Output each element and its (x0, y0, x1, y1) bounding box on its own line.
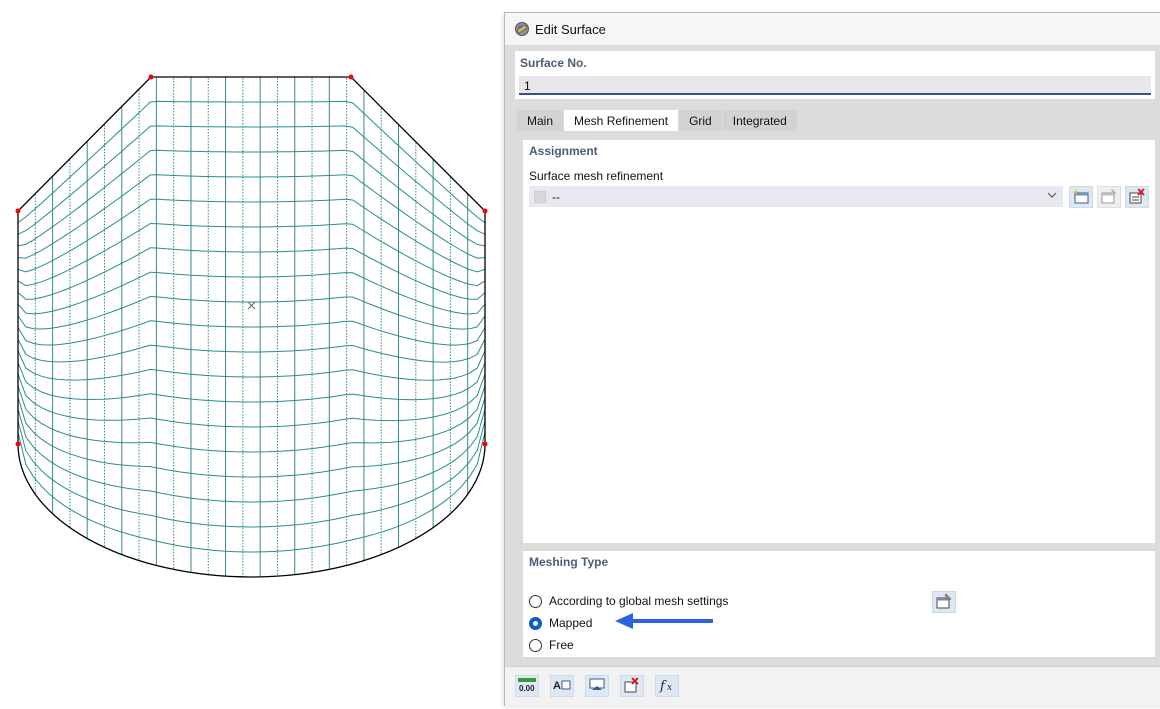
radio-button[interactable] (529, 638, 542, 652)
radio-label: Mapped (549, 616, 593, 630)
assignment-title: Assignment (529, 144, 598, 158)
svg-text:f: f (659, 679, 667, 693)
surface-number-field[interactable]: 1 (519, 76, 1151, 95)
units-icon: 0.00 (517, 677, 537, 696)
global-mesh-settings-button[interactable] (932, 591, 956, 613)
surface-icon (514, 21, 530, 37)
tab-integrated[interactable]: Integrated (722, 110, 797, 131)
mesh-line-horizontal (18, 125, 485, 235)
view-button[interactable] (585, 675, 609, 697)
mesh-line-horizontal (18, 222, 485, 287)
edit-item-icon (1100, 188, 1118, 207)
arrow-shaft (633, 619, 713, 623)
mesh-line-horizontal (18, 362, 485, 403)
mesh-line-horizontal (18, 432, 485, 553)
tab-mesh-refinement[interactable]: Mesh Refinement (564, 110, 679, 131)
node-point[interactable] (482, 441, 488, 447)
node-point[interactable] (482, 208, 488, 214)
view-icon (587, 677, 607, 696)
mesh-line-horizontal (18, 350, 485, 381)
formula-icon: f x (657, 677, 677, 696)
delete-item-icon (1128, 187, 1146, 207)
text-format-button[interactable]: A (550, 675, 574, 697)
radio-label: Free (549, 638, 574, 652)
mesh-line-horizontal (18, 397, 485, 478)
selected-value: -- (552, 189, 560, 204)
surface-mesh-refinement-select[interactable]: -- (529, 186, 1063, 207)
mesh-line-horizontal (18, 100, 485, 224)
dialog-titlebar[interactable]: Edit Surface (505, 13, 1160, 45)
formula-button[interactable]: f x (655, 675, 679, 697)
radio-mapped[interactable]: Mapped (529, 616, 592, 630)
tab-main[interactable]: Main (517, 110, 564, 131)
mesh-line-horizontal (18, 385, 485, 453)
delete-refinement-button[interactable] (1125, 186, 1149, 208)
mesh-line-horizontal (18, 420, 485, 528)
mesh-line-horizontal (18, 320, 485, 346)
surface-number-label: Surface No. (520, 56, 587, 70)
surface-center-marker (247, 301, 256, 310)
edit-surface-dialog: Edit Surface Surface No. 1 Main Mesh Ref… (504, 12, 1160, 706)
mesh-line-horizontal (18, 271, 485, 315)
mesh-line-horizontal (18, 295, 485, 330)
new-item-icon (1072, 188, 1090, 207)
dialog-title: Edit Surface (535, 21, 606, 37)
mesh-line-horizontal (18, 149, 485, 247)
radio-button[interactable] (529, 594, 542, 608)
delete-icon (622, 676, 642, 696)
svg-text:0.00: 0.00 (519, 684, 535, 693)
bottom-toolbar: 0.00 A f x (505, 666, 1160, 706)
mesh-line-horizontal (18, 408, 485, 503)
svg-text:A: A (553, 680, 561, 692)
delete-button[interactable] (620, 675, 644, 697)
tab-grid[interactable]: Grid (679, 110, 722, 131)
tab-strip: Main Mesh Refinement Grid Integrated (517, 110, 798, 131)
node-point[interactable] (15, 441, 21, 447)
node-point[interactable] (15, 208, 21, 214)
meshing-type-section: Meshing Type According to global mesh se… (523, 551, 1155, 657)
mesh-line-horizontal (18, 174, 485, 259)
radio-free[interactable]: Free (529, 638, 574, 652)
assignment-section: Assignment Surface mesh refinement -- (523, 140, 1155, 543)
mesh-settings-icon (935, 593, 953, 612)
radio-label: According to global mesh settings (549, 594, 729, 608)
mesh-line-horizontal (18, 247, 485, 300)
units-button[interactable]: 0.00 (515, 675, 539, 697)
color-swatch (534, 190, 546, 203)
mesh-line-horizontal (18, 198, 485, 273)
meshing-type-title: Meshing Type (529, 555, 609, 569)
surface-mesh-view[interactable] (0, 0, 505, 709)
surface-mesh-refinement-label: Surface mesh refinement (529, 169, 664, 183)
mesh-line-horizontal (18, 338, 485, 363)
radio-global-mesh-settings[interactable]: According to global mesh settings (529, 594, 728, 608)
new-refinement-button[interactable] (1069, 186, 1093, 208)
svg-text:x: x (667, 683, 672, 693)
node-point[interactable] (348, 74, 354, 80)
text-format-icon: A (552, 677, 572, 696)
surface-number-panel: Surface No. 1 (515, 51, 1155, 99)
radio-button[interactable] (529, 616, 542, 630)
chevron-down-icon (1047, 189, 1057, 204)
mesh-line-horizontal (18, 373, 485, 428)
mesh-lines (18, 77, 485, 577)
edit-refinement-button[interactable] (1097, 186, 1121, 208)
node-point[interactable] (148, 74, 154, 80)
